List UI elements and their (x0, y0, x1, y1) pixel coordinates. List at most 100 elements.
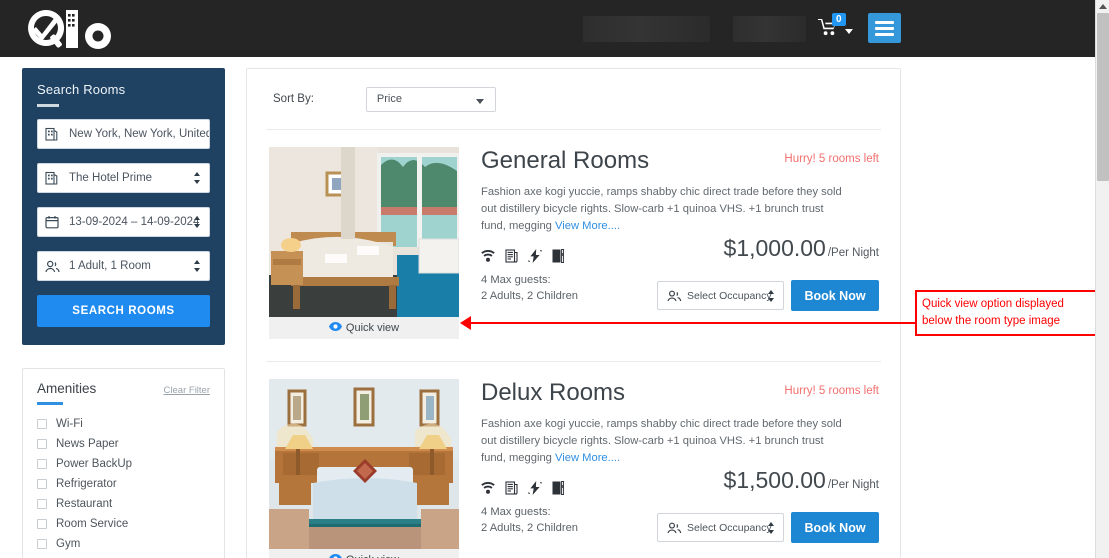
amenity-checkbox[interactable] (37, 538, 47, 549)
sort-by-select[interactable]: Price (365, 86, 496, 112)
amenity-label: Refrigerator (56, 477, 117, 490)
annotation-line-1: Quick view option displayed (922, 298, 1064, 310)
room-card: Quick view Hurry! 5 rooms leftDelux Rooms… (247, 362, 900, 558)
room-price-block: $1,000.00/Per Night (724, 235, 879, 262)
amenity-item[interactable]: Wi-Fi (37, 414, 210, 434)
amenities-title: Amenities (37, 381, 97, 396)
guests-select[interactable]: 1 Adult, 1 Room (37, 251, 210, 281)
refrigerator-icon (552, 249, 564, 263)
amenity-label: Room Service (56, 517, 129, 530)
price-unit: /Per Night (827, 247, 879, 259)
book-now-button[interactable]: Book Now (791, 280, 879, 311)
site-header: 0 (0, 0, 1095, 57)
date-range-value: 13-09-2024 – 14-09-2024 (69, 216, 200, 228)
stepper-arrows-icon[interactable] (194, 171, 201, 185)
sort-bar: Sort By: Price (247, 69, 900, 129)
availability-badge: Hurry! 5 rooms left (784, 385, 879, 397)
book-now-button[interactable]: Book Now (791, 512, 879, 543)
room-body: Hurry! 5 rooms left Delux Rooms Fashion ax… (459, 379, 881, 558)
occupancy-value: Select Occupancy (687, 521, 772, 534)
amenity-checkbox[interactable] (37, 518, 47, 529)
date-range-input[interactable]: 13-09-2024 – 14-09-2024 (37, 207, 210, 237)
building-icon (45, 171, 65, 185)
room-description: Fashion axe kogi yuccie, ramps shabby ch… (481, 416, 849, 467)
sort-by-label: Sort By: (273, 93, 314, 105)
scrollbar-thumb[interactable] (1097, 13, 1109, 181)
amenity-checkbox[interactable] (37, 478, 47, 489)
room-body: Hurry! 5 rooms left General Rooms Fashion … (459, 147, 881, 339)
site-logo[interactable] (22, 6, 122, 52)
cart-count-badge: 0 (832, 13, 846, 26)
refrigerator-icon (552, 481, 564, 495)
chevron-down-icon (475, 98, 484, 104)
chevron-down-icon (845, 29, 853, 34)
nav-item-obscured-1[interactable] (583, 16, 710, 42)
power-backup-icon (528, 481, 542, 495)
room-price: $1,500.00 (723, 467, 826, 493)
room-media: Quick view (269, 379, 459, 558)
amenity-label: Restaurant (56, 497, 113, 510)
building-icon (45, 127, 65, 141)
room-description-text: Fashion axe kogi yuccie, ramps shabby ch… (481, 186, 842, 232)
location-value: New York, New York, United S (69, 128, 209, 140)
select-occupancy-dropdown[interactable]: Select Occupancy (657, 281, 784, 310)
scroll-up-arrow-icon[interactable] (1099, 4, 1107, 9)
stepper-arrows-icon[interactable] (194, 215, 201, 229)
availability-badge: Hurry! 5 rooms left (784, 153, 879, 165)
view-more-link[interactable]: View More.... (555, 452, 620, 464)
amenity-item[interactable]: Refrigerator (37, 474, 210, 494)
amenities-list: Wi-Fi News Paper Power BackUp Refrigerator R… (37, 414, 210, 554)
amenity-checkbox[interactable] (37, 498, 47, 509)
room-actions: Select Occupancy Book Now (657, 280, 879, 311)
view-more-link[interactable]: View More.... (555, 220, 620, 232)
stepper-arrows-icon[interactable] (768, 289, 775, 303)
stepper-arrows-icon[interactable] (768, 521, 775, 535)
location-input[interactable]: New York, New York, United S (37, 119, 210, 149)
hotel-select[interactable]: The Hotel Prime (37, 163, 210, 193)
amenity-item[interactable]: Restaurant (37, 494, 210, 514)
cart-button[interactable]: 0 (818, 13, 854, 41)
wifi-icon (481, 250, 495, 262)
select-occupancy-dropdown[interactable]: Select Occupancy (657, 513, 784, 542)
room-photo[interactable] (269, 147, 459, 317)
amenity-checkbox[interactable] (37, 418, 47, 429)
title-underline (37, 104, 59, 107)
amenity-item[interactable]: Room Service (37, 514, 210, 534)
annotation-arrow-head (460, 316, 471, 330)
amenity-item[interactable]: Gym (37, 534, 210, 554)
wifi-icon (481, 482, 495, 494)
amenity-item[interactable]: News Paper (37, 434, 210, 454)
quick-view-button[interactable]: Quick view (269, 549, 459, 558)
stepper-arrows-icon[interactable] (194, 259, 201, 273)
amenity-label: Gym (56, 537, 81, 550)
quick-view-label: Quick view (345, 322, 400, 334)
search-rooms-button[interactable]: SEARCH ROOMS (37, 295, 210, 327)
occupancy-value: Select Occupancy (687, 289, 772, 302)
room-photo[interactable] (269, 379, 459, 549)
amenity-label: News Paper (56, 437, 119, 450)
amenity-label: Power BackUp (56, 457, 133, 470)
clear-filter-link[interactable]: Clear Filter (164, 385, 210, 396)
rooms-list: Quick view Hurry! 5 rooms left General Roo… (247, 130, 900, 558)
price-unit: /Per Night (827, 479, 879, 491)
search-rooms-panel: Search Rooms New York, New York, United … (22, 68, 225, 345)
amenity-item[interactable]: Power BackUp (37, 454, 210, 474)
guests-icon (45, 260, 65, 273)
page-scrollbar[interactable] (1095, 0, 1109, 558)
nav-item-obscured-2[interactable] (733, 16, 806, 42)
sort-by-value: Price (376, 93, 402, 105)
hotel-value: The Hotel Prime (69, 172, 153, 184)
power-backup-icon (528, 249, 542, 263)
eye-icon (328, 322, 342, 334)
quick-view-button[interactable]: Quick view (269, 317, 459, 339)
amenity-checkbox[interactable] (37, 458, 47, 469)
newspaper-icon (505, 481, 518, 495)
room-price: $1,000.00 (723, 235, 826, 261)
annotation-line-2: below the room type image (922, 315, 1061, 327)
room-price-block: $1,500.00/Per Night (724, 467, 879, 494)
room-media: Quick view (269, 147, 459, 339)
room-description-text: Fashion axe kogi yuccie, ramps shabby ch… (481, 418, 842, 464)
room-results-panel: Sort By: Price Quick view Hurry! 5 rooms … (246, 68, 901, 558)
amenity-checkbox[interactable] (37, 438, 47, 449)
hamburger-menu-button[interactable] (868, 13, 901, 43)
